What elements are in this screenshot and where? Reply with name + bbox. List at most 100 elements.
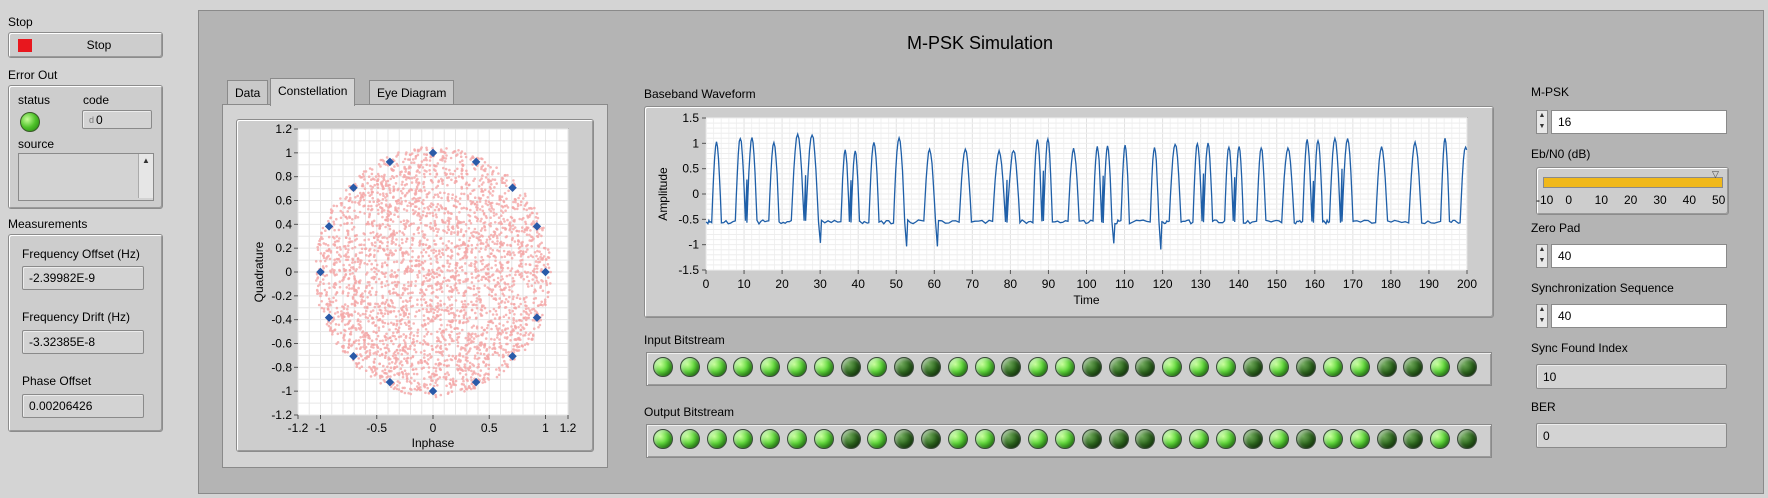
noise-point [424,276,428,280]
noise-point [329,251,333,254]
noise-point [370,286,374,290]
noise-point [345,286,349,289]
noise-point [338,285,342,289]
noise-point [446,269,449,272]
noise-point [342,213,345,217]
ebn0-slider[interactable]: ▽ -10 0 10 20 30 40 50 [1536,167,1729,215]
tab-constellation[interactable]: Constellation [270,78,356,106]
noise-point [363,262,366,265]
increment-icon[interactable]: ▲ [1537,111,1547,122]
output-bit-led [706,429,727,449]
decrement-icon[interactable]: ▼ [1537,316,1547,327]
slider-handle-icon[interactable]: ▽ [1712,169,1719,180]
noise-point [543,298,547,301]
noise-point [389,177,392,181]
noise-point [520,262,523,266]
noise-point [456,344,460,348]
slider-fill [1544,178,1722,187]
zero-pad-input[interactable]: 40 [1551,244,1727,268]
decrement-icon[interactable]: ▼ [1537,256,1547,267]
sync-sequence-stepper[interactable]: ▲ ▼ [1536,304,1548,328]
noise-point [379,158,383,162]
noise-point [469,208,472,212]
noise-point [421,295,424,298]
noise-point [415,170,419,173]
zero-pad-stepper[interactable]: ▲ ▼ [1536,244,1548,268]
stop-button[interactable]: Stop [8,32,163,58]
noise-point [425,332,429,336]
noise-point [432,251,435,255]
noise-point [526,227,529,230]
source-scrollbar[interactable]: ▲ [138,154,153,198]
noise-point [403,272,406,275]
noise-point [472,337,476,340]
noise-point [347,283,351,287]
decrement-icon[interactable]: ▼ [1537,122,1547,133]
tab-data[interactable]: Data [227,80,269,104]
scroll-up-icon[interactable]: ▲ [139,154,153,168]
noise-point [399,196,403,200]
noise-point [335,246,339,249]
source-field[interactable]: ▲ [18,153,154,201]
noise-point [346,258,350,262]
error-out-cluster: status code d0 source ▲ [8,85,163,209]
noise-point [407,171,411,174]
noise-point [381,321,385,324]
y-tick-label: 1.5 [682,111,699,125]
sync-sequence-input[interactable]: 40 [1551,304,1727,328]
noise-point [375,343,378,347]
noise-point [489,210,493,213]
noise-point [392,185,395,189]
noise-point [506,282,510,286]
noise-point [546,295,550,299]
noise-point [524,222,528,226]
noise-point [450,390,454,393]
noise-point [349,196,352,200]
noise-point [409,296,413,299]
noise-point [495,283,498,287]
noise-point [422,366,425,369]
noise-point [421,342,425,346]
noise-point [397,345,400,348]
noise-point [470,339,473,343]
slider-track[interactable] [1543,177,1723,188]
noise-point [522,334,525,337]
noise-point [432,196,436,199]
input-bit-led [947,357,968,377]
noise-point [328,310,332,314]
noise-point [463,363,467,366]
output-bit-led [867,429,888,449]
noise-point [475,300,478,303]
noise-point [465,321,468,324]
noise-point [449,217,452,220]
noise-point [397,335,401,339]
noise-point [520,272,523,275]
noise-point [526,282,529,286]
mpsk-input[interactable]: 16 [1551,110,1727,134]
noise-point [401,348,405,352]
noise-point [448,269,452,273]
noise-point [520,241,523,245]
tab-eye-diagram[interactable]: Eye Diagram [369,80,455,104]
noise-point [371,196,374,200]
noise-point [472,284,476,288]
noise-point [449,378,452,382]
noise-point [451,172,455,176]
noise-point [379,347,382,351]
increment-icon[interactable]: ▲ [1537,305,1547,316]
noise-point [388,227,392,231]
increment-icon[interactable]: ▲ [1537,245,1547,256]
noise-point [454,179,458,183]
noise-point [434,249,438,253]
mpsk-stepper[interactable]: ▲ ▼ [1536,110,1548,134]
noise-point [321,226,325,230]
noise-point [383,275,387,278]
phase-offset-value: 0.00206426 [22,394,144,418]
noise-point [481,333,484,337]
noise-point [370,178,373,181]
noise-point [455,289,459,292]
noise-point [477,363,480,366]
noise-point [390,321,393,325]
status-led[interactable] [20,112,40,132]
noise-point [503,173,507,177]
